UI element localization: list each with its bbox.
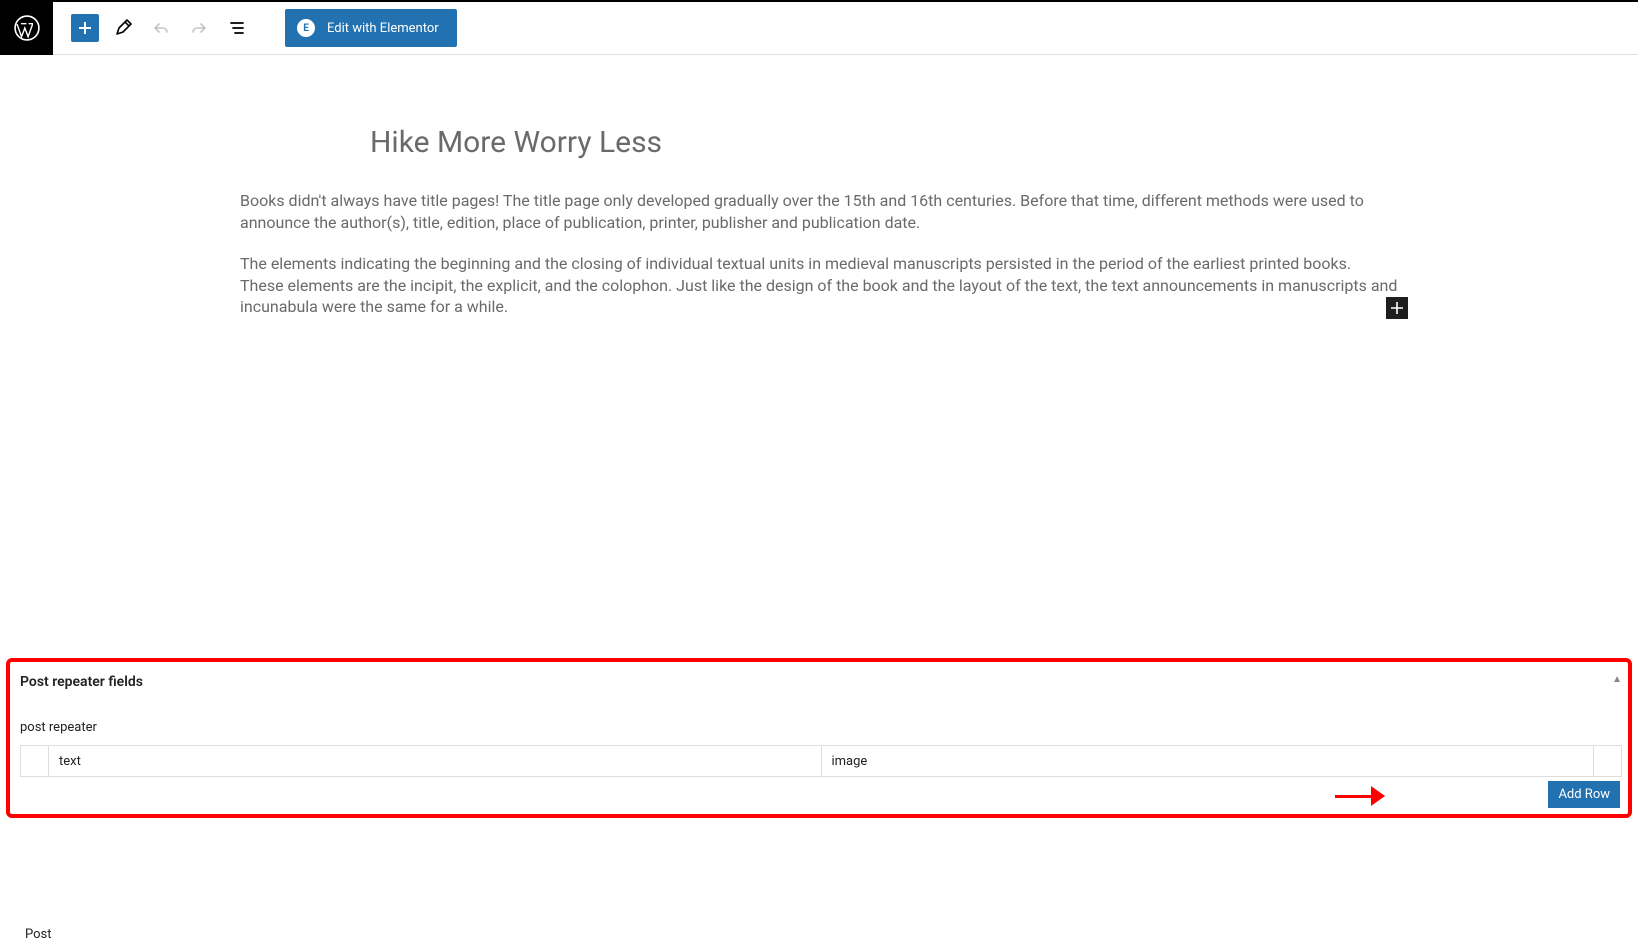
add-row-button[interactable]: Add Row bbox=[1548, 781, 1620, 808]
paragraph-block[interactable]: The elements indicating the beginning an… bbox=[240, 253, 1398, 318]
repeater-column-image: image bbox=[822, 746, 1594, 776]
repeater-field-label: post repeater bbox=[20, 720, 1622, 735]
post-repeater-fields-panel: Post repeater fields ▲ post repeater tex… bbox=[6, 658, 1632, 818]
panel-title: Post repeater fields bbox=[20, 674, 1622, 690]
plus-icon bbox=[77, 20, 93, 36]
repeater-column-text: text bbox=[49, 746, 822, 776]
edit-tool-button[interactable] bbox=[109, 14, 137, 42]
elementor-button-label: Edit with Elementor bbox=[327, 21, 439, 36]
document-outline-button[interactable] bbox=[223, 14, 251, 42]
post-title[interactable]: Hike More Worry Less bbox=[370, 125, 1398, 160]
panel-collapse-toggle[interactable]: ▲ bbox=[1612, 674, 1622, 685]
block-breadcrumb[interactable]: Post bbox=[25, 927, 52, 942]
top-toolbar: E Edit with Elementor bbox=[0, 2, 1638, 55]
add-block-button[interactable] bbox=[71, 14, 99, 42]
repeater-drag-handle-column bbox=[21, 746, 49, 776]
wordpress-logo[interactable] bbox=[0, 2, 53, 55]
redo-icon bbox=[190, 19, 208, 37]
paragraph-block[interactable]: Books didn't always have title pages! Th… bbox=[240, 190, 1398, 233]
plus-icon bbox=[1390, 301, 1404, 315]
insert-block-button[interactable] bbox=[1386, 297, 1408, 319]
repeater-header-row: text image bbox=[20, 745, 1622, 777]
elementor-icon: E bbox=[297, 19, 315, 37]
repeater-actions-column bbox=[1593, 746, 1621, 776]
edit-with-elementor-button[interactable]: E Edit with Elementor bbox=[285, 9, 457, 47]
editor-content: Hike More Worry Less Books didn't always… bbox=[0, 55, 1638, 318]
annotation-arrow bbox=[1335, 786, 1385, 806]
undo-icon bbox=[152, 19, 170, 37]
list-view-icon bbox=[228, 19, 246, 37]
redo-button[interactable] bbox=[185, 14, 213, 42]
pencil-icon bbox=[114, 19, 132, 37]
wordpress-icon bbox=[14, 15, 40, 41]
undo-button[interactable] bbox=[147, 14, 175, 42]
